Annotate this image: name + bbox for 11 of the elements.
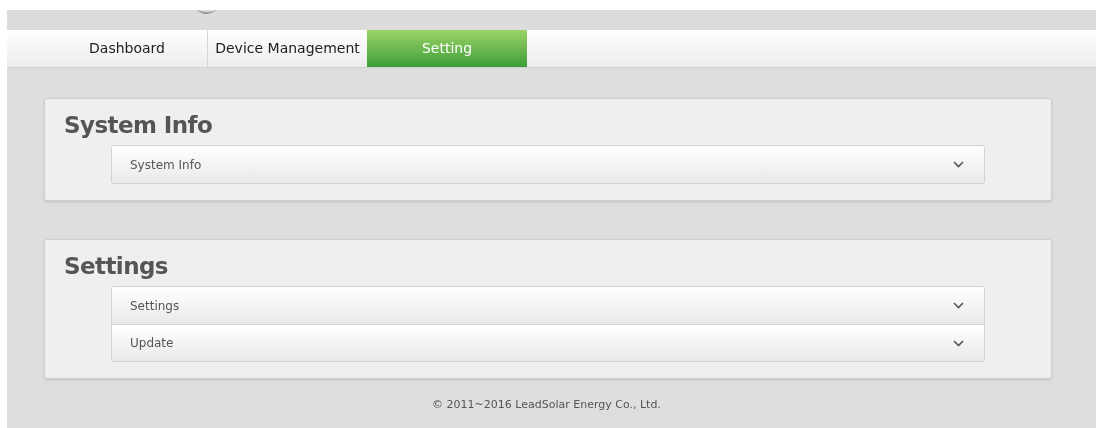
panel-title: System Info (64, 111, 214, 140)
accordion-header[interactable]: Settings (112, 287, 984, 324)
panel-title: Settings (64, 252, 169, 281)
chevron-icon (953, 161, 964, 168)
logo-icon (195, 10, 219, 16)
footer-copyright: © 2011~2016 LeadSolar Energy Co., Ltd. (431, 397, 662, 413)
chevron-icon (953, 339, 964, 347)
chevron-icon (953, 302, 964, 309)
nav-tab[interactable]: Dashboard (47, 30, 207, 67)
accordion-header[interactable]: System Info (112, 146, 984, 183)
accordion-header[interactable]: Update (112, 324, 984, 361)
